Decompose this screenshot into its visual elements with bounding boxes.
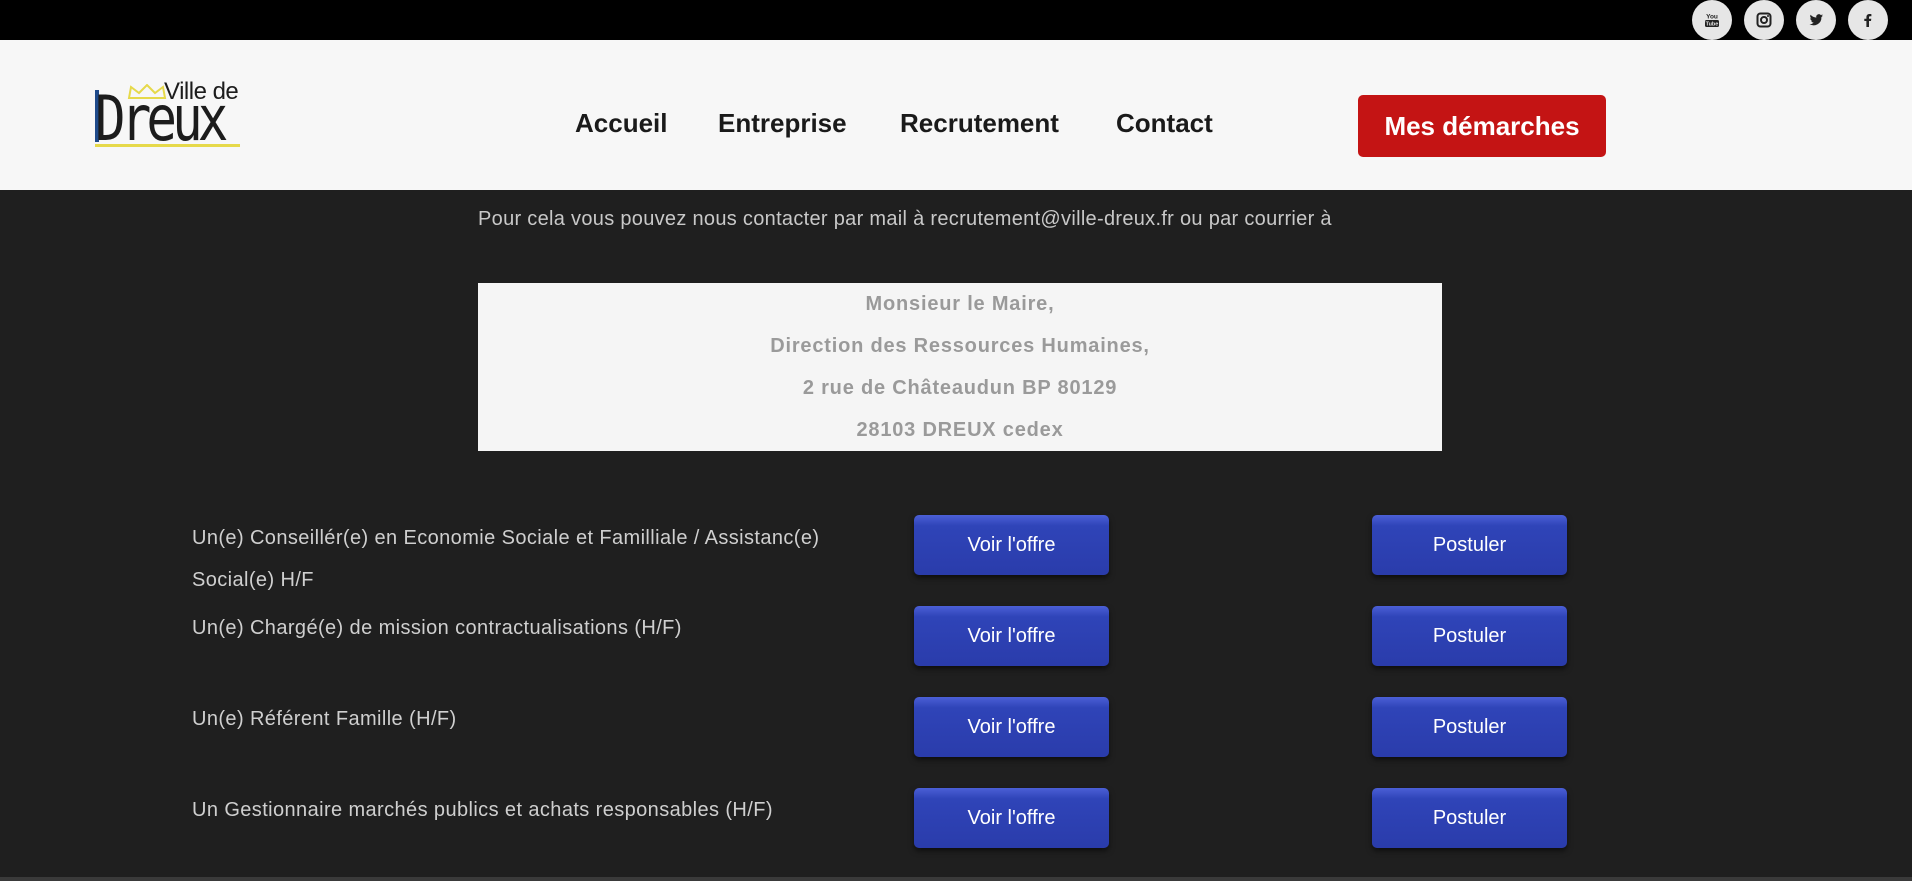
- nav-contact[interactable]: Contact: [1116, 108, 1213, 139]
- address-box: Monsieur le Maire, Direction des Ressour…: [478, 283, 1442, 451]
- logo-big-text: Dreux: [95, 82, 228, 155]
- view-offer-button[interactable]: Voir l'offre: [914, 788, 1109, 848]
- facebook-glyph: [1864, 14, 1872, 27]
- top-bar: You Tube: [0, 0, 1912, 40]
- view-offer-button[interactable]: Voir l'offre: [914, 515, 1109, 575]
- youtube-glyph: You Tube: [1705, 14, 1719, 28]
- twitter-icon[interactable]: [1796, 0, 1836, 40]
- instagram-icon[interactable]: [1744, 0, 1784, 40]
- view-offer-button[interactable]: Voir l'offre: [914, 697, 1109, 757]
- apply-button[interactable]: Postuler: [1372, 515, 1567, 575]
- apply-button[interactable]: Postuler: [1372, 606, 1567, 666]
- contact-intro-text: Pour cela vous pouvez nous contacter par…: [478, 208, 1332, 230]
- job-title: Un(e) Chargé(e) de mission contractualis…: [192, 617, 682, 639]
- instagram-glyph: [1756, 12, 1772, 28]
- address-line: 2 rue de Châteaudun BP 80129: [802, 377, 1118, 399]
- nav-accueil[interactable]: Accueil: [575, 108, 668, 139]
- job-title: Un Gestionnaire marchés publics et achat…: [192, 799, 773, 821]
- job-title: Un(e) Référent Famille (H/F): [192, 708, 457, 730]
- mes-demarches-button[interactable]: Mes démarches: [1358, 95, 1606, 157]
- address-line: Monsieur le Maire,: [865, 293, 1055, 315]
- twitter-glyph: [1809, 14, 1823, 26]
- apply-button[interactable]: Postuler: [1372, 788, 1567, 848]
- view-offer-button[interactable]: Voir l'offre: [914, 606, 1109, 666]
- nav-entreprise[interactable]: Entreprise: [718, 108, 847, 139]
- job-title: Un(e) Conseillér(e) en Economie Sociale …: [192, 527, 820, 591]
- footer-divider: [0, 877, 1912, 881]
- svg-text:Tube: Tube: [1706, 22, 1719, 28]
- site-logo[interactable]: Ville de Dreux: [95, 78, 245, 155]
- youtube-icon[interactable]: You Tube: [1692, 0, 1732, 40]
- logo-underline: [95, 144, 240, 147]
- svg-text:You: You: [1706, 14, 1718, 21]
- address-line: 28103 DREUX cedex: [856, 419, 1064, 441]
- address-line: Direction des Ressources Humaines,: [770, 335, 1150, 357]
- nav-recrutement[interactable]: Recrutement: [900, 108, 1059, 139]
- facebook-icon[interactable]: [1848, 0, 1888, 40]
- apply-button[interactable]: Postuler: [1372, 697, 1567, 757]
